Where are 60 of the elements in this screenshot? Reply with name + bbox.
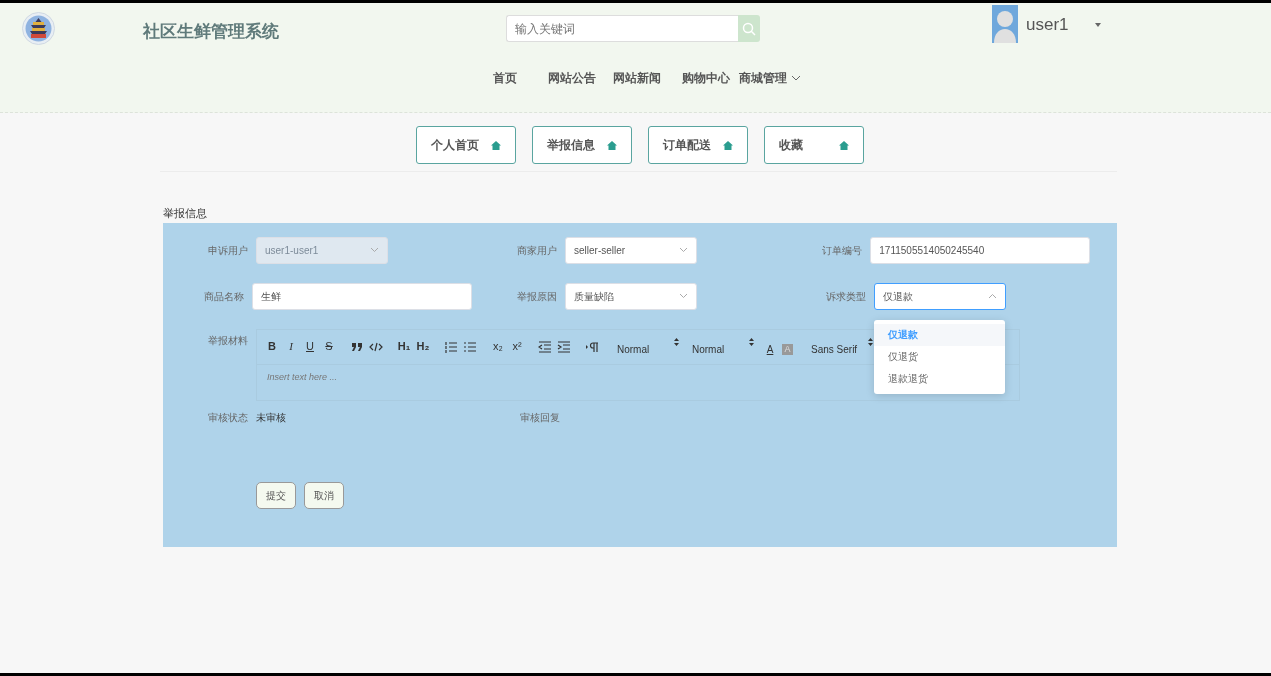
field-label: 举报原因 bbox=[516, 289, 557, 304]
field-label: 审核回复 bbox=[520, 411, 560, 425]
nav-link[interactable]: 网站新闻 bbox=[613, 69, 661, 87]
field-label: 审核状态 bbox=[207, 411, 248, 425]
field-label: 商品名称 bbox=[203, 289, 245, 304]
chevron-icon bbox=[791, 75, 801, 81]
chevron-icon bbox=[370, 247, 379, 253]
field-label: 订单编号 bbox=[821, 243, 863, 258]
heading-button[interactable]: H₂ bbox=[416, 338, 430, 355]
select-field[interactable]: 质量缺陷 bbox=[565, 282, 697, 310]
tab[interactable]: 订单配送 bbox=[647, 126, 748, 164]
submit-button[interactable]: 提交 bbox=[256, 481, 296, 509]
chevron-icon bbox=[679, 247, 688, 253]
indent-icon[interactable] bbox=[557, 338, 571, 355]
bold-button[interactable]: B bbox=[265, 338, 279, 355]
cancel-button[interactable]: 取消 bbox=[304, 481, 344, 509]
select-field[interactable]: seller-seller bbox=[565, 236, 697, 264]
format-picker[interactable]: Normal bbox=[688, 342, 758, 357]
tab[interactable]: 个人首页 bbox=[415, 126, 516, 164]
outdent-icon[interactable] bbox=[538, 338, 552, 355]
house-icon bbox=[838, 140, 849, 150]
dropdown-option[interactable]: 退款退货 bbox=[874, 367, 1005, 390]
site-title: 社区生鲜管理系统 bbox=[143, 21, 279, 43]
format-picker[interactable]: Normal bbox=[613, 342, 683, 357]
field-label: 商家用户 bbox=[516, 243, 557, 258]
input-field[interactable]: 生鲜 bbox=[252, 282, 472, 310]
house-icon bbox=[722, 140, 733, 150]
input-field[interactable]: 1711505514050245540 bbox=[870, 236, 1090, 264]
nav-link[interactable]: 首页 bbox=[493, 69, 517, 87]
field-label: 举报材料 bbox=[207, 333, 248, 348]
tab[interactable]: 举报信息 bbox=[531, 126, 632, 164]
dropdown-option[interactable]: 仅退货 bbox=[874, 345, 1005, 368]
status-value: 未审核 bbox=[256, 411, 287, 425]
section-title: 举报信息 bbox=[163, 206, 208, 221]
sort-arrows-icon bbox=[868, 338, 873, 346]
field-label: 诉求类型 bbox=[825, 289, 866, 304]
nav-link[interactable]: 网站公告 bbox=[548, 69, 596, 87]
field-label: 申诉用户 bbox=[207, 243, 248, 258]
italic-button[interactable]: I bbox=[284, 338, 298, 355]
heading-button[interactable]: H₁ bbox=[397, 338, 411, 355]
house-icon bbox=[490, 140, 501, 150]
text-color-button[interactable]: A bbox=[763, 341, 777, 358]
search-field[interactable]: 输入关键词 bbox=[506, 15, 738, 42]
caret-icon[interactable] bbox=[1094, 23, 1101, 27]
pagoda-logo[interactable] bbox=[22, 12, 55, 45]
sort-arrows-icon bbox=[674, 338, 679, 346]
script-button[interactable]: x₂ bbox=[491, 338, 505, 355]
house-icon bbox=[606, 140, 617, 150]
select-field[interactable]: 仅退款 bbox=[874, 282, 1006, 310]
user-name[interactable]: user1 bbox=[1026, 12, 1069, 38]
format-picker[interactable]: Sans Serif bbox=[807, 342, 877, 357]
chevron-icon bbox=[988, 293, 997, 299]
chevron-icon bbox=[679, 293, 688, 299]
script-button[interactable]: x² bbox=[510, 338, 524, 355]
strike-button[interactable]: S bbox=[322, 338, 336, 355]
sort-arrows-icon bbox=[749, 338, 754, 346]
tab[interactable]: 收藏 bbox=[763, 126, 864, 164]
nav-link[interactable]: 商城管理 bbox=[739, 69, 801, 87]
underline-button[interactable]: U bbox=[303, 338, 317, 355]
nav-link[interactable]: 购物中心 bbox=[682, 69, 730, 87]
